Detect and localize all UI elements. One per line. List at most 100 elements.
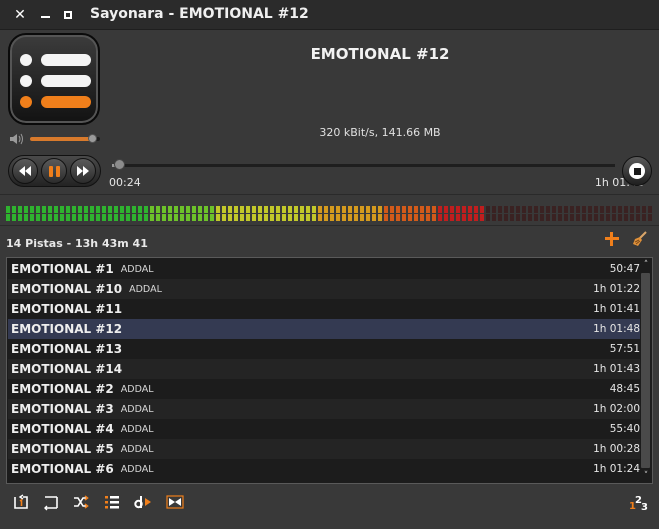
shuffle-icon xyxy=(74,495,89,509)
append-button[interactable] xyxy=(101,491,123,513)
meter-segment xyxy=(198,206,202,213)
meter-segment xyxy=(618,206,622,213)
meter-segment xyxy=(18,206,22,213)
meter-segment xyxy=(510,214,514,221)
meter-segment xyxy=(288,214,292,221)
playlist-row[interactable]: EMOTIONAL #13 57:51 xyxy=(8,339,640,359)
seek-handle[interactable] xyxy=(114,159,126,170)
volume-icon[interactable] xyxy=(9,132,27,146)
meter-segment xyxy=(618,214,622,221)
meter-segment xyxy=(606,206,610,213)
meter-segment xyxy=(510,206,514,213)
meter-segment xyxy=(390,206,394,213)
meter-segment xyxy=(342,214,346,221)
track-numbers-button[interactable]: 1 2 3 xyxy=(628,491,650,513)
minimize-icon xyxy=(40,15,50,18)
meter-segment xyxy=(318,214,322,221)
track-title-cell: EMOTIONAL #3 xyxy=(11,402,114,416)
playlist-row[interactable]: EMOTIONAL #11 1h 01:41 xyxy=(8,299,640,319)
meter-segment xyxy=(336,206,340,213)
playlist-row[interactable]: EMOTIONAL #14 1h 01:43 xyxy=(8,359,640,379)
track-artist-cell: ADDAL xyxy=(129,283,162,295)
meter-segment xyxy=(222,214,226,221)
previous-button[interactable] xyxy=(12,158,38,184)
playlist[interactable]: ˄ ˅ EMOTIONAL #1 ADDAL 50:47 EMOTIONAL #10 A… xyxy=(6,257,653,484)
divider xyxy=(0,225,659,226)
meter-segment xyxy=(144,214,148,221)
meter-segment xyxy=(540,214,544,221)
close-window-button[interactable]: ✕ xyxy=(10,5,30,25)
meter-segment xyxy=(528,206,532,213)
meter-segment xyxy=(330,214,334,221)
meter-segment xyxy=(174,214,178,221)
volume-handle[interactable] xyxy=(88,134,97,143)
add-icon[interactable] xyxy=(604,231,620,247)
meter-segment xyxy=(168,214,172,221)
repeat-one-button[interactable] xyxy=(10,491,32,513)
meter-segment xyxy=(270,206,274,213)
meter-segment xyxy=(48,214,52,221)
playlist-row[interactable]: EMOTIONAL #10 ADDAL 1h 01:22 xyxy=(8,279,640,299)
playlist-row[interactable]: EMOTIONAL #5 ADDAL 1h 00:28 xyxy=(8,439,640,459)
meter-segment xyxy=(396,206,400,213)
meter-segment xyxy=(294,214,298,221)
next-button[interactable] xyxy=(70,158,96,184)
playlist-row[interactable]: EMOTIONAL #12 1h 01:48 xyxy=(8,319,640,339)
meter-segment xyxy=(156,214,160,221)
meter-segment xyxy=(108,206,112,213)
meter-segment xyxy=(150,214,154,221)
meter-segment xyxy=(306,214,310,221)
scroll-up-icon[interactable]: ˄ xyxy=(641,260,651,270)
meter-segment xyxy=(534,206,538,213)
meter-segment xyxy=(558,206,562,213)
scroll-thumb[interactable] xyxy=(641,273,650,468)
meter-segment xyxy=(570,214,574,221)
logo-bar xyxy=(41,96,91,108)
meter-segment xyxy=(456,214,460,221)
playlist-row[interactable]: EMOTIONAL #1 ADDAL 50:47 xyxy=(8,259,640,279)
gapless-icon xyxy=(166,495,184,509)
track-title-cell: EMOTIONAL #1 xyxy=(11,262,114,276)
meter-segment xyxy=(498,206,502,213)
track-artist-cell: ADDAL xyxy=(120,443,154,455)
meter-segment xyxy=(102,206,106,213)
meter-segment xyxy=(54,206,58,213)
maximize-window-button[interactable] xyxy=(58,5,78,25)
stop-button[interactable] xyxy=(622,156,652,186)
playlist-scrollbar[interactable]: ˄ ˅ xyxy=(640,259,651,482)
meter-segment xyxy=(204,206,208,213)
meter-segment xyxy=(30,206,34,213)
track-duration-cell: 48:45 xyxy=(609,383,640,395)
scroll-down-icon[interactable]: ˅ xyxy=(641,471,651,481)
repeat-all-button[interactable] xyxy=(40,491,62,513)
meter-segment xyxy=(564,206,568,213)
meter-segment xyxy=(636,206,640,213)
stop-icon xyxy=(629,163,645,179)
meter-segment xyxy=(228,214,232,221)
playlist-row[interactable]: EMOTIONAL #6 ADDAL 1h 01:24 xyxy=(8,459,640,479)
minimize-window-button[interactable] xyxy=(35,5,55,25)
window-title: Sayonara - EMOTIONAL #12 xyxy=(90,6,309,22)
meter-segment xyxy=(192,206,196,213)
meter-segment xyxy=(444,206,448,213)
meter-segment xyxy=(582,214,586,221)
meter-segment xyxy=(6,206,10,213)
meter-segment xyxy=(156,206,160,213)
meter-segment xyxy=(534,214,538,221)
shuffle-button[interactable] xyxy=(70,491,92,513)
clear-playlist-icon[interactable] xyxy=(631,230,649,248)
playlist-row[interactable]: EMOTIONAL #2 ADDAL 48:45 xyxy=(8,379,640,399)
meter-segment xyxy=(186,214,190,221)
track-title-cell: EMOTIONAL #13 xyxy=(11,342,123,356)
meter-segment xyxy=(474,206,478,213)
playlist-row[interactable]: EMOTIONAL #4 ADDAL 55:40 xyxy=(8,419,640,439)
gapless-button[interactable] xyxy=(164,491,186,513)
meter-segment xyxy=(570,206,574,213)
level-meter-right xyxy=(6,214,654,221)
meter-segment xyxy=(300,206,304,213)
dynamic-playback-button[interactable] xyxy=(132,491,154,513)
play-pause-button[interactable] xyxy=(41,158,67,184)
seek-bar[interactable] xyxy=(112,164,615,167)
playlist-row[interactable]: EMOTIONAL #3 ADDAL 1h 02:00 xyxy=(8,399,640,419)
meter-segment xyxy=(258,206,262,213)
